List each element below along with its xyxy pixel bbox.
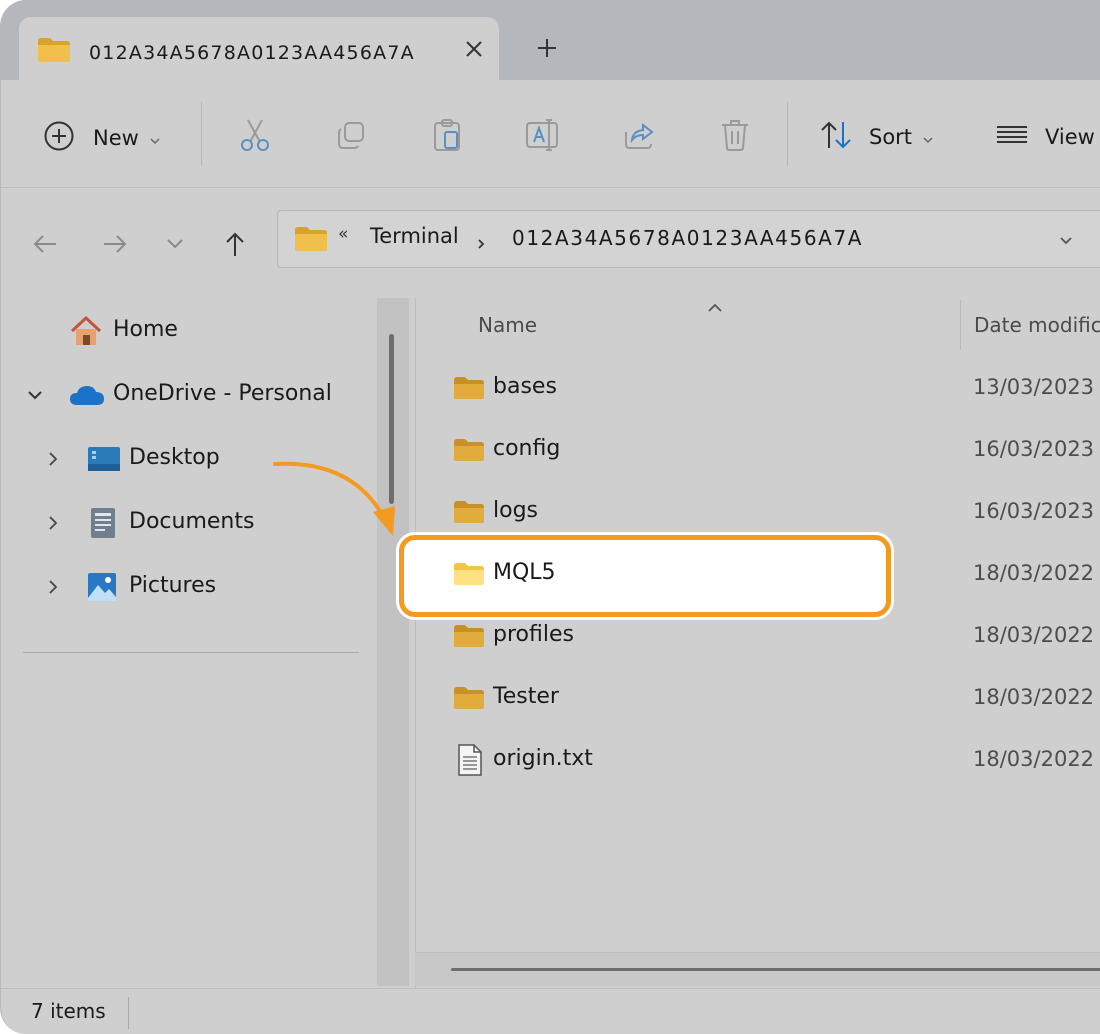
toolbar-divider (787, 102, 788, 166)
nav-scrollbar[interactable] (377, 298, 409, 986)
nav-item-documents[interactable]: Documents (1, 498, 377, 548)
recent-locations-chevron-icon[interactable] (165, 236, 185, 252)
title-bar: 012A34A5678A0123AA456A7A (1, 0, 1100, 81)
nav-label-desktop: Desktop (129, 445, 220, 470)
close-tab-icon[interactable] (462, 37, 486, 61)
command-bar: New Sort View (1, 80, 1100, 188)
nav-label-documents: Documents (129, 509, 255, 534)
onedrive-cloud-icon (69, 383, 105, 411)
home-icon (69, 315, 103, 351)
chevron-right-icon[interactable] (45, 451, 61, 467)
view-lines-icon (995, 120, 1029, 154)
nav-item-desktop[interactable]: Desktop (1, 434, 377, 484)
nav-label-onedrive: OneDrive - Personal (113, 381, 332, 406)
nav-divider (23, 652, 359, 653)
chevron-down-icon[interactable] (1058, 233, 1074, 249)
desktop-icon (87, 446, 121, 476)
navigation-pane: Home OneDrive - Personal Desktop Documen… (1, 298, 377, 988)
nav-item-onedrive[interactable]: OneDrive - Personal (1, 370, 377, 420)
tab-title: 012A34A5678A0123AA456A7A (89, 42, 415, 64)
item-count: 7 items (31, 999, 106, 1023)
file-name: MQL5 (493, 560, 556, 585)
plus-circle-icon (43, 120, 75, 156)
sort-label: Sort (869, 125, 913, 149)
toolbar-divider (201, 102, 202, 166)
text-file-icon (457, 744, 483, 780)
share-icon[interactable] (623, 120, 655, 150)
chevron-right-icon[interactable] (45, 579, 61, 595)
status-divider (128, 997, 129, 1029)
file-date: 16/03/2023 0 (973, 499, 1100, 523)
chevron-down-icon[interactable] (27, 387, 43, 403)
up-arrow-icon[interactable] (221, 230, 249, 258)
folder-icon (37, 37, 71, 67)
chevron-right-icon[interactable] (45, 515, 61, 531)
folder-icon (294, 226, 328, 256)
file-name: profiles (493, 622, 574, 647)
folder-icon (453, 376, 485, 404)
address-bar[interactable]: « Terminal 012A34A5678A0123AA456A7A (277, 210, 1100, 268)
file-row-mql5[interactable]: MQL5 18/03/2022 1 (415, 544, 1100, 604)
nav-item-home[interactable]: Home (1, 306, 377, 356)
nav-scrollbar-thumb[interactable] (389, 334, 394, 504)
file-date: 18/03/2022 1 (973, 747, 1100, 771)
file-name: origin.txt (493, 746, 593, 771)
back-arrow-icon[interactable] (31, 230, 59, 258)
folder-icon (453, 562, 485, 590)
file-row-config[interactable]: config 16/03/2023 0 (415, 420, 1100, 480)
folder-icon (453, 500, 485, 528)
file-name: logs (493, 498, 538, 523)
horizontal-scrollbar-thumb[interactable] (451, 968, 1100, 971)
documents-icon (89, 507, 117, 543)
address-row: « Terminal 012A34A5678A0123AA456A7A (1, 190, 1100, 298)
file-name: Tester (493, 684, 559, 709)
file-rows: bases 13/03/2023 0 config 16/03/2023 0 l… (415, 298, 1100, 948)
nav-label-home: Home (113, 317, 178, 342)
nav-item-pictures[interactable]: Pictures (1, 562, 377, 612)
delete-icon[interactable] (719, 118, 751, 152)
folder-icon (453, 624, 485, 652)
file-name: bases (493, 374, 557, 399)
file-row-origin-txt[interactable]: origin.txt 18/03/2022 1 (415, 730, 1100, 790)
new-button[interactable]: New (43, 120, 161, 156)
folder-icon (453, 686, 485, 714)
cut-icon[interactable] (239, 118, 271, 152)
file-row-bases[interactable]: bases 13/03/2023 0 (415, 358, 1100, 418)
file-date: 18/03/2022 1 (973, 623, 1100, 647)
view-button[interactable]: View (995, 120, 1095, 154)
file-date: 13/03/2023 0 (973, 375, 1100, 399)
file-name: config (493, 436, 561, 461)
file-date: 18/03/2022 1 (973, 561, 1100, 585)
paste-icon[interactable] (431, 118, 463, 152)
horizontal-scrollbar[interactable] (415, 952, 1100, 986)
new-label: New (93, 126, 139, 150)
file-date: 18/03/2022 1 (973, 685, 1100, 709)
chevron-down-icon (922, 131, 934, 144)
sort-button[interactable]: Sort (819, 120, 934, 154)
view-label: View (1045, 125, 1095, 149)
forward-arrow-icon[interactable] (101, 230, 129, 258)
breadcrumb-overflow[interactable]: « (338, 224, 348, 244)
chevron-right-icon[interactable] (475, 235, 487, 249)
file-row-profiles[interactable]: profiles 18/03/2022 1 (415, 606, 1100, 666)
breadcrumb-terminal[interactable]: Terminal (370, 224, 459, 248)
new-tab-icon[interactable] (535, 36, 559, 60)
sort-arrows-icon (819, 120, 853, 154)
copy-icon[interactable] (335, 120, 367, 152)
tab-current-folder[interactable]: 012A34A5678A0123AA456A7A (19, 17, 499, 81)
file-date: 16/03/2023 0 (973, 437, 1100, 461)
breadcrumb-current[interactable]: 012A34A5678A0123AA456A7A (512, 226, 863, 250)
file-row-tester[interactable]: Tester 18/03/2022 1 (415, 668, 1100, 728)
file-row-logs[interactable]: logs 16/03/2023 0 (415, 482, 1100, 542)
chevron-down-icon (149, 132, 161, 145)
folder-icon (453, 438, 485, 466)
nav-label-pictures: Pictures (129, 573, 217, 598)
file-explorer-window: 012A34A5678A0123AA456A7A New Sort View «… (0, 0, 1100, 1034)
status-bar: 7 items (1, 988, 1100, 1034)
rename-icon[interactable] (525, 118, 561, 152)
pictures-icon (87, 572, 117, 606)
